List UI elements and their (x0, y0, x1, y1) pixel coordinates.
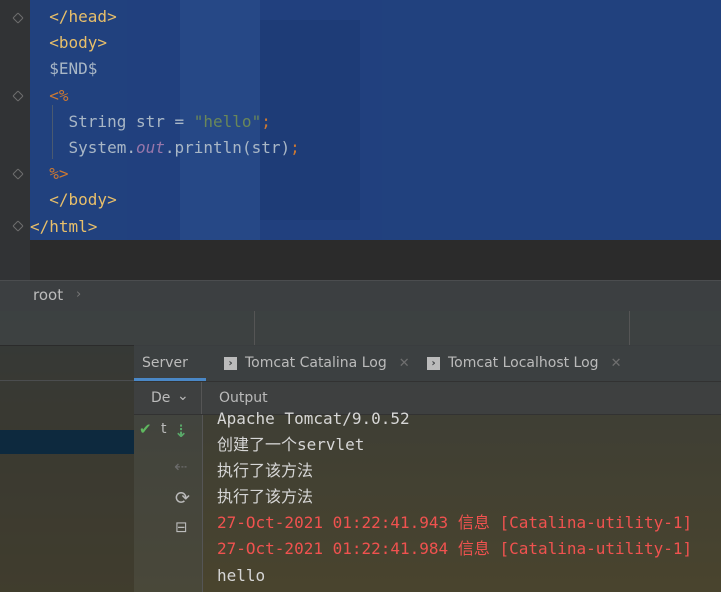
close-icon[interactable]: ✕ (399, 356, 410, 371)
editor-gutter[interactable] (0, 0, 30, 280)
code-token: System. (68, 137, 136, 157)
code-line[interactable]: <% (30, 83, 300, 109)
undeploy-icon[interactable]: ⇠ (174, 457, 187, 476)
code-token: String str = (68, 111, 194, 131)
deployment-column: ✔ t ⇣ ⇠ ⟳ ⊟ (134, 415, 203, 592)
output-console[interactable]: Apache Tomcat/9.0.52 创建了一个servlet 执行了该方法 执行… (203, 409, 721, 592)
chevron-down-icon[interactable]: ⌄ (177, 388, 189, 404)
output-line: 创建了一个servlet (217, 435, 365, 455)
fold-marker-icon[interactable] (12, 168, 24, 180)
code-token: <% (49, 85, 69, 105)
code-token: .println(str) (164, 137, 291, 157)
tab-localhost-label: Tomcat Localhost Log (448, 355, 599, 371)
code-editor[interactable]: </head> <body> $END$ <% String str = "he… (0, 0, 721, 280)
services-panel: Server › Tomcat Catalina Log ✕ › Tomcat … (134, 345, 721, 592)
output-line: 执行了该方法 (217, 487, 314, 507)
services-tree-panel[interactable] (0, 345, 134, 592)
code-token: </body> (49, 190, 117, 210)
fold-marker-icon[interactable] (12, 220, 24, 232)
code-token: </head> (49, 7, 117, 26)
tab-catalina-label: Tomcat Catalina Log (245, 355, 387, 371)
breadcrumb-item-root[interactable]: root (33, 286, 63, 304)
console-icon: › (224, 356, 237, 370)
code-token: <body> (49, 33, 108, 53)
output-line: 27-Oct-2021 01:22:41.943 信息 [Catalina-ut… (217, 513, 693, 533)
code-line[interactable]: $END$ (30, 56, 300, 82)
code-line[interactable]: System.out.println(str); (30, 135, 300, 161)
fold-marker-icon[interactable] (12, 90, 24, 102)
code-line[interactable]: </head> (30, 4, 300, 30)
fold-marker-icon[interactable] (12, 12, 24, 24)
deployment-item[interactable]: t (161, 421, 167, 437)
active-tab-indicator (134, 378, 206, 381)
deployment-header[interactable]: De (151, 390, 170, 406)
output-line: 27-Oct-2021 01:22:41.984 信息 [Catalina-ut… (217, 539, 693, 559)
output-log[interactable]: Apache Tomcat/9.0.52 创建了一个servlet 执行了该方法 执行… (217, 406, 692, 589)
services-tab-bar: Server › Tomcat Catalina Log ✕ › Tomcat … (134, 345, 721, 382)
code-line[interactable]: <body> (30, 30, 300, 56)
code-token: %> (49, 164, 69, 184)
output-header: Output (219, 390, 268, 406)
code-text[interactable]: </head> <body> $END$ <% String str = "he… (30, 4, 300, 240)
tab-server[interactable]: Server (142, 345, 188, 381)
output-line: 执行了该方法 (217, 461, 314, 481)
update-icon[interactable]: ⇣ (174, 422, 188, 442)
code-token: ; (261, 111, 271, 131)
code-token: $END$ (49, 59, 98, 79)
breadcrumb-chevron-icon: › (76, 287, 82, 302)
console-icon: › (427, 356, 440, 370)
code-token: out (135, 137, 165, 157)
code-token: </html> (30, 216, 98, 236)
close-icon[interactable]: ✕ (611, 356, 622, 371)
deploy-icon[interactable]: ⊟ (175, 518, 188, 536)
code-token: "hello" (193, 111, 262, 131)
tab-tomcat-localhost-log[interactable]: › Tomcat Localhost Log ✕ (427, 345, 621, 381)
tab-server-label: Server (142, 355, 188, 371)
tool-window-strip (0, 311, 721, 346)
selected-tree-row[interactable] (0, 430, 134, 454)
tab-tomcat-catalina-log[interactable]: › Tomcat Catalina Log ✕ (224, 345, 410, 381)
code-token: ; (290, 137, 300, 157)
code-line[interactable]: String str = "hello"; (30, 109, 300, 135)
code-line[interactable]: </html> (30, 214, 300, 240)
code-line[interactable]: %> (30, 161, 300, 187)
checkmark-icon: ✔ (139, 420, 152, 438)
refresh-icon[interactable]: ⟳ (175, 488, 190, 509)
output-line: Apache Tomcat/9.0.52 (217, 409, 410, 428)
breadcrumb: root › (0, 280, 721, 311)
output-line: hello (217, 565, 266, 585)
code-line[interactable]: </body> (30, 187, 300, 213)
